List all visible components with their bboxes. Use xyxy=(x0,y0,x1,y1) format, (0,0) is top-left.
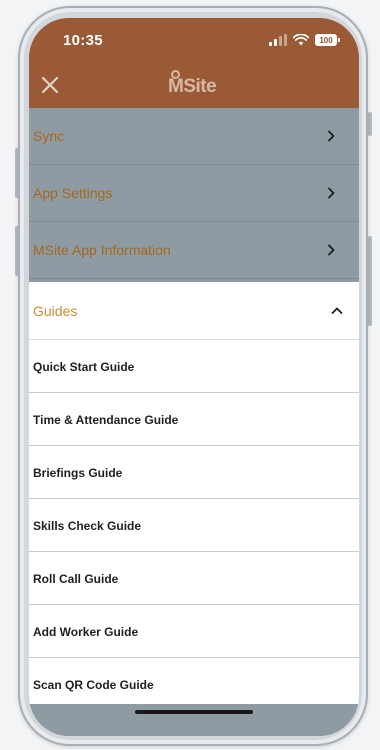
chevron-right-icon xyxy=(328,244,335,256)
menu-item-app-information[interactable]: MSite App Information xyxy=(29,222,359,279)
menu-item-sync[interactable]: Sync xyxy=(29,108,359,165)
settings-menu: Sync App Settings MSite App Information xyxy=(29,108,359,279)
close-icon xyxy=(41,76,59,94)
guide-item-add-worker[interactable]: Add Worker Guide xyxy=(29,605,359,658)
menu-item-label: Sync xyxy=(33,128,65,144)
chevron-up-icon xyxy=(331,307,343,314)
msite-logo: MSite xyxy=(168,70,220,98)
close-button[interactable] xyxy=(35,70,65,100)
signal-icon xyxy=(269,34,287,46)
guides-header[interactable]: Guides xyxy=(29,282,359,340)
guides-panel: Guides Quick Start Guide Time & Attendan… xyxy=(29,282,359,711)
logo-text: MSite xyxy=(168,76,217,97)
status-time: 10:35 xyxy=(63,32,103,49)
guide-item-quick-start[interactable]: Quick Start Guide xyxy=(29,340,359,393)
wifi-icon xyxy=(293,34,309,46)
phone-screen: 10:35 100 MSite Sync App Settings MSite … xyxy=(29,18,359,736)
battery-icon: 100 xyxy=(315,34,340,46)
chevron-right-icon xyxy=(328,130,335,142)
power-button xyxy=(368,236,372,326)
menu-item-label: App Settings xyxy=(33,185,113,201)
guides-title: Guides xyxy=(33,303,78,319)
page: 10:35 100 MSite Sync App Settings MSite … xyxy=(0,0,380,750)
guide-item-label: Scan QR Code Guide xyxy=(33,678,154,692)
bottom-bar xyxy=(29,704,359,736)
status-icons: 100 xyxy=(269,32,340,48)
guide-item-time-attendance[interactable]: Time & Attendance Guide xyxy=(29,393,359,446)
menu-item-app-settings[interactable]: App Settings xyxy=(29,165,359,222)
chevron-right-icon xyxy=(328,187,335,199)
menu-item-label: MSite App Information xyxy=(33,242,171,258)
guide-item-label: Quick Start Guide xyxy=(33,360,135,374)
guide-item-label: Time & Attendance Guide xyxy=(33,413,179,427)
guide-item-label: Skills Check Guide xyxy=(33,519,142,533)
home-indicator[interactable] xyxy=(135,710,253,714)
battery-level: 100 xyxy=(319,35,333,45)
guide-item-briefings[interactable]: Briefings Guide xyxy=(29,446,359,499)
guide-item-label: Add Worker Guide xyxy=(33,625,139,639)
side-switch xyxy=(368,112,372,136)
app-header: 10:35 100 MSite xyxy=(29,18,359,108)
guide-item-label: Briefings Guide xyxy=(33,466,123,480)
guide-item-label: Roll Call Guide xyxy=(33,572,119,586)
guide-item-skills-check[interactable]: Skills Check Guide xyxy=(29,499,359,552)
guide-item-roll-call[interactable]: Roll Call Guide xyxy=(29,552,359,605)
